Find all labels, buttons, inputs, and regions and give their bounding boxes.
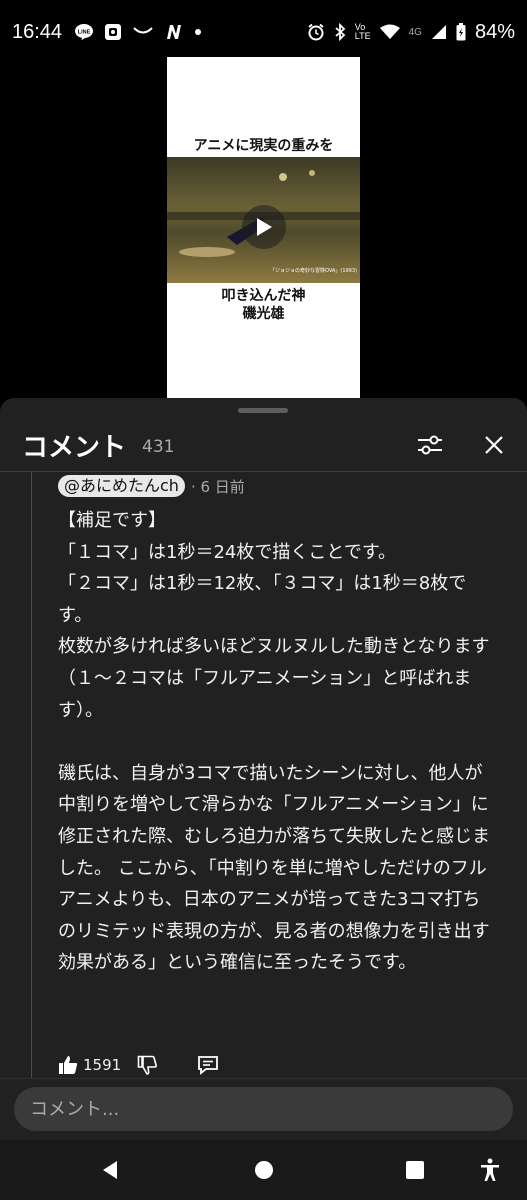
comment-count: 431 [142, 437, 175, 457]
svg-text:LINE: LINE [78, 30, 91, 36]
like-button[interactable] [58, 1055, 78, 1075]
comment-input[interactable] [14, 1087, 513, 1131]
bluetooth-icon [334, 23, 346, 41]
battery-icon [456, 23, 466, 41]
navigation-bar [0, 1140, 527, 1200]
home-circle-icon [255, 1161, 273, 1179]
comment-icon [198, 1056, 219, 1075]
comment-author[interactable]: @あにめたんch [58, 475, 185, 497]
camera-icon [104, 23, 122, 41]
comment-time: · 6 日前 [190, 477, 245, 496]
n-app-icon [164, 23, 184, 41]
back-button[interactable] [98, 1158, 122, 1182]
video-caption-bottom: 叩き込んだ神 磯光雄 [167, 287, 360, 323]
wifi-icon [379, 24, 400, 40]
status-bar: 16:44 LINE Vo LTE 4G 84% [0, 0, 527, 64]
sheet-header: コメント 431 [0, 420, 527, 470]
recents-button[interactable] [403, 1158, 427, 1182]
thumbs-down-icon [137, 1055, 158, 1075]
close-icon [485, 436, 503, 454]
reply-button[interactable] [197, 1055, 219, 1075]
video-preview[interactable]: アニメに現実の重みを 「ジョジョの奇妙な冒険OVA」(1993) 叩き込んだ神 … [167, 57, 360, 401]
status-time: 16:44 [12, 20, 63, 43]
header-actions [413, 428, 511, 462]
drag-handle[interactable] [238, 408, 288, 413]
sliders-icon [418, 435, 442, 455]
network-type: 4G [408, 26, 422, 38]
filter-button[interactable] [413, 428, 447, 462]
signal-icon [431, 24, 447, 40]
play-icon [257, 218, 272, 236]
alarm-icon [307, 23, 325, 41]
comment-item: @あにめたんch · 6 日前 【補足です】 「１コマ」は1秒＝24枚で描くこと… [58, 472, 508, 979]
like-count: 1591 [83, 1056, 122, 1074]
play-button[interactable] [242, 205, 286, 249]
close-button[interactable] [477, 428, 511, 462]
accessibility-button[interactable] [478, 1158, 502, 1182]
notification-icons: LINE [74, 23, 202, 41]
accessibility-icon [481, 1158, 499, 1181]
video-caption-top: アニメに現実の重みを [193, 138, 334, 154]
home-button[interactable] [252, 1158, 276, 1182]
mail-icon [132, 25, 154, 39]
comment-body: 【補足です】 「１コマ」は1秒＝24枚で描くことです。 「２コマ」は1秒＝12枚… [58, 510, 490, 974]
recents-square-icon [406, 1161, 424, 1179]
video-caption-bottom-line2: 磯光雄 [242, 306, 285, 322]
comments-sheet: コメント 431 @あにめたんch · 6 日前 【補足です】 「１コマ」は1秒… [0, 398, 527, 1200]
line-icon: LINE [74, 23, 94, 41]
comment-actions: 1591 [58, 1055, 219, 1075]
system-icons: Vo LTE 4G 84% [307, 21, 515, 44]
battery-percent: 84% [474, 20, 515, 43]
dot-icon [194, 28, 202, 36]
video-caption-bottom-line1: 叩き込んだ神 [221, 288, 306, 304]
volte-indicator: Vo LTE [354, 22, 371, 41]
video-credit: 「ジョジョの奇妙な冒険OVA」(1993) [270, 268, 357, 274]
comment-meta: @あにめたんch · 6 日前 [58, 474, 508, 498]
back-triangle-icon [103, 1161, 117, 1179]
comment-input-area [0, 1078, 527, 1136]
dislike-button[interactable] [137, 1055, 158, 1075]
thumbs-up-icon [59, 1056, 78, 1074]
sheet-title: コメント [22, 432, 127, 463]
thread-line [31, 472, 32, 1078]
